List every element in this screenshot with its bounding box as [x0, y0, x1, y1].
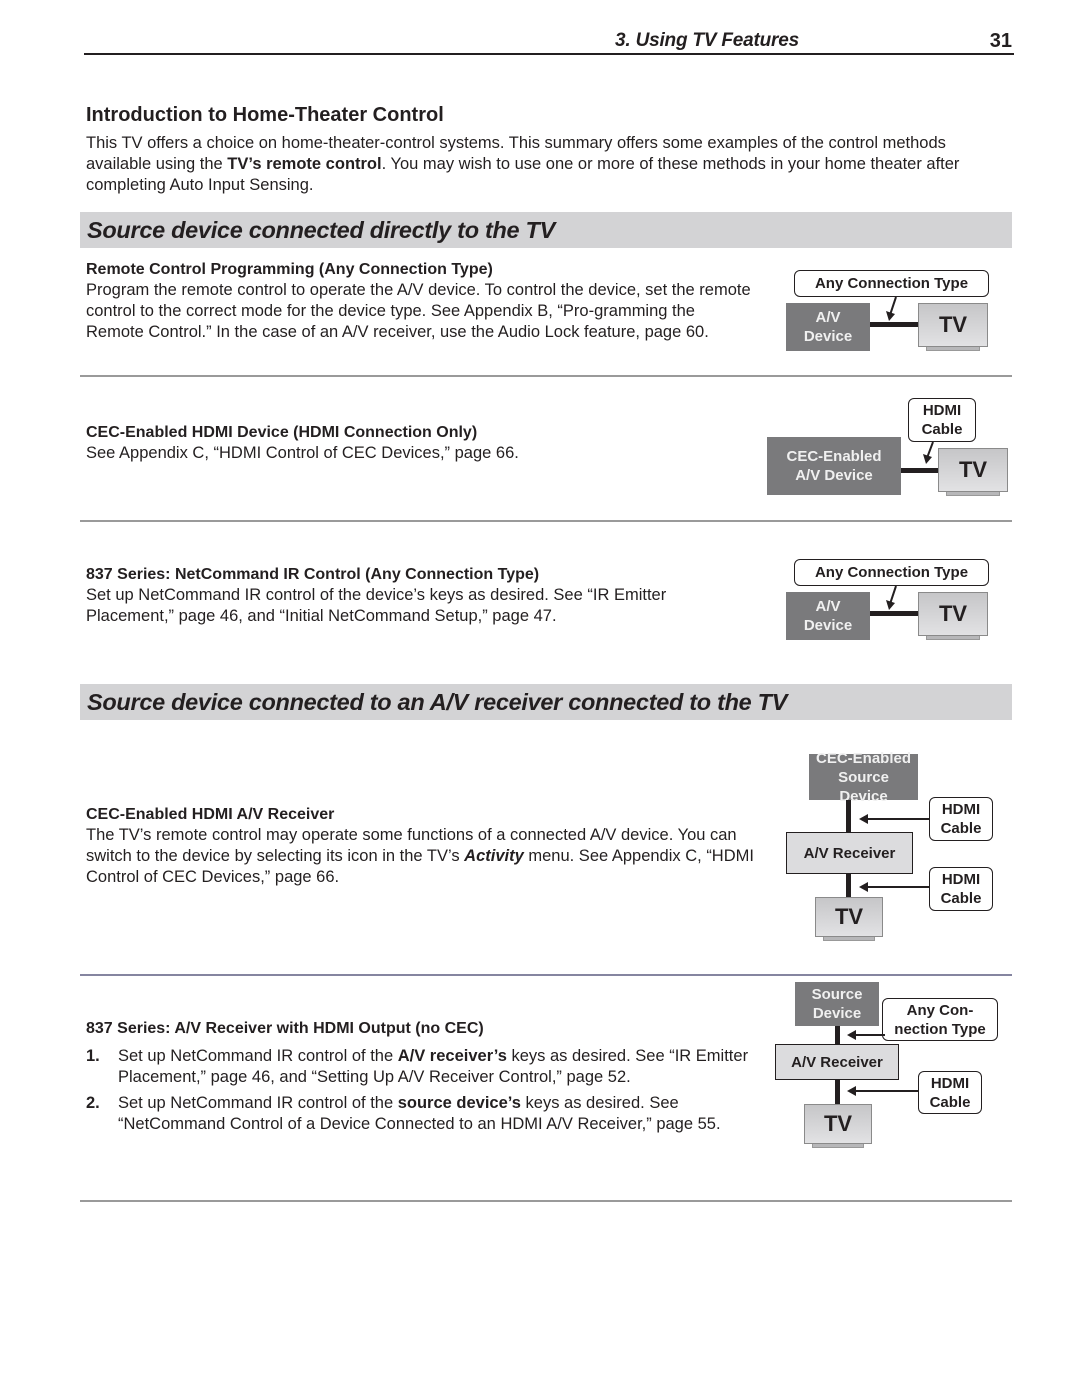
- cable-line: [870, 322, 918, 327]
- step-2: 2. Set up NetCommand IR control of the so…: [86, 1093, 756, 1135]
- source-device-box: Source Device: [795, 982, 879, 1026]
- section-title: Source device connected directly to the …: [87, 217, 555, 243]
- hdmi-cable-label: HDMI Cable: [929, 867, 993, 911]
- step-bold: source device’s: [397, 1094, 521, 1112]
- page-number: 31: [989, 30, 1012, 52]
- item-cec-hdmi-device: CEC-Enabled HDMI Device (HDMI Connection…: [86, 424, 756, 464]
- activity-menu-term: Activity: [464, 847, 524, 865]
- tv-icon: TV: [804, 1104, 872, 1144]
- arrow-icon: [847, 1086, 919, 1096]
- section-band-direct: Source device connected directly to the …: [80, 212, 1012, 248]
- item-title: 837 Series: NetCommand IR Control (Any C…: [86, 566, 540, 583]
- tv-icon: TV: [938, 448, 1008, 492]
- tv-stand: [926, 347, 980, 351]
- step-text: Set up NetCommand IR control of the: [118, 1047, 398, 1065]
- running-header: 3. Using TV Features 31: [84, 30, 1014, 54]
- cable-line: [835, 1080, 840, 1104]
- tv-icon: TV: [918, 303, 988, 347]
- hdmi-cable-label: HDMI Cable: [918, 1071, 982, 1114]
- diagram-any-connection-1: Any Connection Type A/V Device TV: [786, 270, 1006, 365]
- tv-stand: [823, 937, 875, 941]
- item-text: Set up NetCommand IR control of the devi…: [86, 586, 667, 625]
- steps-list: 1. Set up NetCommand IR control of the A/…: [86, 1046, 756, 1135]
- step-bold: A/V receiver’s: [397, 1047, 507, 1065]
- step-number: 2.: [86, 1094, 100, 1112]
- av-receiver-box: A/V Receiver: [775, 1044, 899, 1080]
- section-band-receiver: Source device connected to an A/V receiv…: [80, 684, 1012, 720]
- connection-label: Any Connection Type: [794, 270, 989, 297]
- hdmi-cable-label: HDMI Cable: [929, 797, 993, 841]
- divider: [80, 974, 1012, 976]
- av-device-box: A/V Device: [786, 303, 870, 351]
- diagram-receiver-no-cec: Source Device Any Con-nection Type A/V R…: [775, 982, 1005, 1154]
- item-title: CEC-Enabled HDMI A/V Receiver: [86, 806, 335, 823]
- arrow-icon: [859, 882, 929, 892]
- cable-line: [835, 1026, 840, 1044]
- item-text: The TV’s remote control may operate some…: [86, 825, 756, 888]
- item-receiver-no-cec: 837 Series: A/V Receiver with HDMI Outpu…: [86, 1020, 756, 1140]
- connection-label: Any Connection Type: [794, 559, 989, 586]
- av-device-box: A/V Device: [786, 592, 870, 640]
- cec-device-box: CEC-Enabled A/V Device: [767, 437, 901, 495]
- tv-stand: [926, 636, 980, 640]
- divider: [80, 520, 1012, 522]
- step-number: 1.: [86, 1047, 100, 1065]
- av-receiver-box: A/V Receiver: [786, 832, 913, 874]
- chapter-title: 3. Using TV Features: [615, 30, 799, 51]
- item-remote-programming: Remote Control Programming (Any Connecti…: [86, 261, 756, 343]
- item-title: CEC-Enabled HDMI Device (HDMI Connection…: [86, 424, 478, 441]
- item-title: 837 Series: A/V Receiver with HDMI Outpu…: [86, 1020, 484, 1037]
- intro-heading: Introduction to Home-Theater Control: [86, 104, 444, 126]
- item-text: Program the remote control to operate th…: [86, 281, 751, 341]
- diagram-cec-device: HDMI Cable CEC-Enabled A/V Device TV: [767, 398, 1012, 498]
- item-netcommand-ir: 837 Series: NetCommand IR Control (Any C…: [86, 566, 756, 627]
- intro-paragraph: This TV offers a choice on home-theater-…: [86, 133, 986, 196]
- tv-icon: TV: [918, 592, 988, 636]
- cable-line: [870, 611, 918, 616]
- tv-stand: [812, 1144, 864, 1148]
- cable-line: [901, 468, 939, 473]
- item-cec-receiver: CEC-Enabled HDMI A/V Receiver The TV’s r…: [86, 806, 756, 888]
- arrow-icon: [859, 814, 929, 824]
- intro-text-bold: TV’s remote control: [227, 155, 382, 173]
- arrow-icon: [886, 585, 897, 610]
- header-rule: [84, 53, 1014, 55]
- arrow-icon: [886, 296, 897, 321]
- diagram-cec-receiver: CEC-Enabled Source Device HDMI Cable A/V…: [781, 750, 1001, 944]
- step-1: 1. Set up NetCommand IR control of the A/…: [86, 1046, 756, 1088]
- section-title: Source device connected to an A/V receiv…: [87, 689, 788, 715]
- hdmi-cable-label: HDMI Cable: [908, 398, 976, 442]
- divider: [80, 1200, 1012, 1202]
- tv-stand: [946, 492, 1000, 496]
- diagram-any-connection-2: Any Connection Type A/V Device TV: [786, 559, 1006, 654]
- arrow-icon: [847, 1030, 885, 1040]
- cable-line: [846, 800, 851, 832]
- step-text: Set up NetCommand IR control of the: [118, 1094, 398, 1112]
- item-text: See Appendix C, “HDMI Control of CEC Dev…: [86, 444, 519, 462]
- tv-icon: TV: [815, 897, 883, 937]
- divider: [80, 375, 1012, 377]
- connection-label: Any Con-nection Type: [882, 998, 998, 1041]
- source-device-box: CEC-Enabled Source Device: [809, 750, 918, 805]
- arrow-icon: [923, 441, 934, 464]
- item-title: Remote Control Programming (Any Connecti…: [86, 261, 493, 278]
